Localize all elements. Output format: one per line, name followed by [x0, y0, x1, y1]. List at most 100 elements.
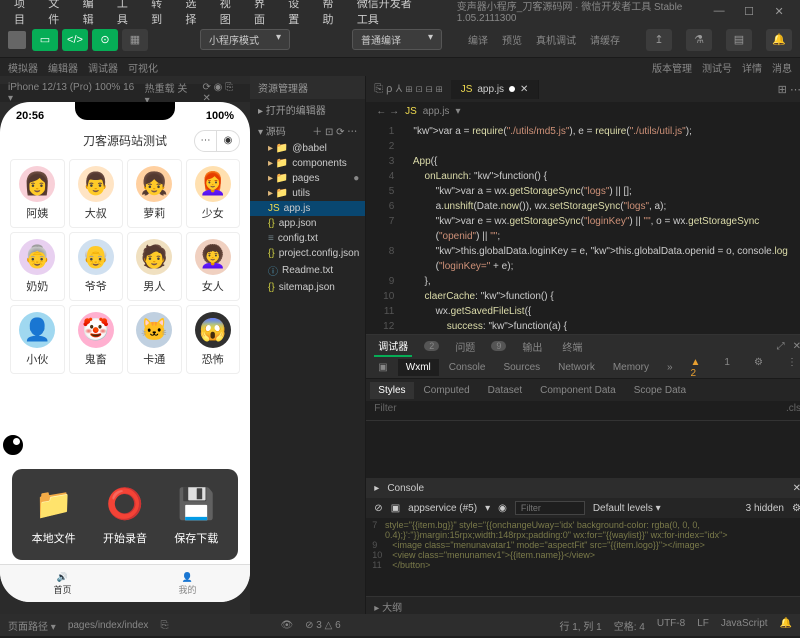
- tab-compdata[interactable]: Component Data: [532, 382, 624, 399]
- editor-right-icons[interactable]: ⊞ ⋯: [770, 83, 800, 96]
- sim-icons[interactable]: ⟳ ◉ ⎘ ✕: [202, 82, 242, 104]
- voice-cell[interactable]: 🐱卡通: [127, 305, 182, 374]
- capsule[interactable]: ⋯◉: [194, 130, 240, 152]
- voice-cell[interactable]: 🧑男人: [127, 232, 182, 301]
- menu-item[interactable]: 界面: [246, 0, 280, 30]
- file-item[interactable]: ▸ 📁 pages ●: [250, 171, 365, 186]
- file-item[interactable]: ▸ 📁 utils: [250, 186, 365, 201]
- tab-mine[interactable]: 👤我的: [125, 565, 250, 602]
- eye-icon[interactable]: 👁: [280, 620, 293, 631]
- console-close-icon[interactable]: ✕: [793, 483, 800, 494]
- page-path[interactable]: 页面路径 ▾: [8, 618, 56, 633]
- editor-button[interactable]: </>: [62, 29, 88, 51]
- debugger-button[interactable]: ⊙: [92, 29, 118, 51]
- console-levels[interactable]: Default levels ▾: [593, 503, 661, 514]
- file-item[interactable]: JS app.js: [250, 201, 365, 216]
- devtools-icon[interactable]: ▣: [370, 359, 395, 376]
- open-editors[interactable]: ▸ 打开的编辑器: [250, 99, 365, 120]
- minimize-button[interactable]: —: [704, 2, 734, 21]
- menu-item[interactable]: 微信开发者工具: [349, 0, 429, 30]
- action-btn[interactable]: ⭕开始录音: [103, 483, 147, 546]
- tab-scopedata[interactable]: Scope Data: [626, 382, 694, 399]
- cache-btn[interactable]: 请缓存: [590, 32, 620, 47]
- voice-cell[interactable]: 👵奶奶: [10, 232, 65, 301]
- voice-cell[interactable]: 😱恐怖: [186, 305, 241, 374]
- gear-icon[interactable]: ⚙: [792, 503, 800, 514]
- tab-computed[interactable]: Computed: [416, 382, 478, 399]
- tab-memory[interactable]: Memory: [605, 359, 657, 376]
- menu-item[interactable]: 设置: [280, 0, 314, 30]
- outline[interactable]: ▸ 大纲: [366, 596, 800, 614]
- tab-problems[interactable]: 问题: [451, 337, 479, 356]
- editor-tab[interactable]: JSapp.js✕: [451, 80, 540, 99]
- close-panel-icon[interactable]: ✕: [793, 341, 800, 352]
- voice-cell[interactable]: 👩‍🦰少女: [186, 159, 241, 228]
- voice-cell[interactable]: 👧萝莉: [127, 159, 182, 228]
- voice-cell[interactable]: 🤡鬼畜: [69, 305, 124, 374]
- tab-debugger[interactable]: 调试器: [374, 336, 412, 357]
- voice-cell[interactable]: 👤小伙: [10, 305, 65, 374]
- problems[interactable]: ⊘ 3 △ 6: [305, 620, 341, 631]
- source-root[interactable]: ▾ 源码＋ ⊡ ⟳ ⋯: [250, 120, 365, 141]
- cls-toggle[interactable]: .cls: [786, 403, 800, 418]
- simulator-button[interactable]: ▭: [32, 29, 58, 51]
- menu-item[interactable]: 视图: [212, 0, 246, 30]
- menu-item[interactable]: 项目: [6, 0, 40, 30]
- visual-button[interactable]: ▦: [122, 29, 148, 51]
- console-filter[interactable]: [515, 501, 585, 515]
- playing-disc[interactable]: [0, 432, 26, 458]
- tab-home[interactable]: 🔊首页: [0, 565, 125, 602]
- file-item[interactable]: ▸ 📁 components: [250, 156, 365, 171]
- tab-terminal[interactable]: 终端: [558, 337, 586, 356]
- menu-item[interactable]: 帮助: [315, 0, 349, 30]
- menu-item[interactable]: 选择: [177, 0, 211, 30]
- style-filter[interactable]: Filter: [374, 403, 396, 418]
- upload-icon[interactable]: ↥: [646, 29, 672, 51]
- bell-icon[interactable]: 🔔: [780, 618, 792, 633]
- menu-item[interactable]: 工具: [109, 0, 143, 30]
- action-btn[interactable]: 📁本地文件: [32, 483, 76, 546]
- tab-dataset[interactable]: Dataset: [480, 382, 530, 399]
- editor-icons[interactable]: ⎘ ρ ⅄ ⊞ ⊡ ⊟ ⊞: [366, 83, 450, 96]
- tab-network[interactable]: Network: [550, 359, 603, 376]
- beaker-icon[interactable]: ⚗: [686, 29, 712, 51]
- console-context[interactable]: appservice (#5): [408, 503, 477, 514]
- gear-icon[interactable]: ⚙: [746, 354, 771, 382]
- copy-icon[interactable]: ⎘: [160, 620, 168, 631]
- tab-console[interactable]: Console: [441, 359, 494, 376]
- close-tab-icon[interactable]: ✕: [520, 84, 528, 95]
- file-item[interactable]: {} sitemap.json: [250, 280, 365, 295]
- tab-sources[interactable]: Sources: [495, 359, 548, 376]
- voice-cell[interactable]: 👩阿姨: [10, 159, 65, 228]
- dock-icon[interactable]: ⤢: [777, 341, 785, 352]
- action-btn[interactable]: 💾保存下载: [174, 483, 218, 546]
- console-title[interactable]: Console: [387, 483, 424, 494]
- file-item[interactable]: {} app.json: [250, 216, 365, 231]
- preview-btn[interactable]: 预览: [502, 32, 522, 47]
- device-select[interactable]: iPhone 12/13 (Pro) 100% 16 ▾: [8, 82, 135, 104]
- maximize-button[interactable]: ☐: [734, 2, 764, 21]
- remote-btn[interactable]: 真机调试: [536, 32, 576, 47]
- file-item[interactable]: ≡ config.txt: [250, 231, 365, 246]
- menu-item[interactable]: 文件: [40, 0, 74, 30]
- file-item[interactable]: ⓘ Readme.txt: [250, 261, 365, 280]
- compile-btn[interactable]: 编译: [468, 32, 488, 47]
- file-item[interactable]: {} project.config.json: [250, 246, 365, 261]
- breadcrumb[interactable]: ← → JSapp.js▾: [366, 102, 800, 120]
- voice-cell[interactable]: 👩‍🦱女人: [186, 232, 241, 301]
- clear-icon[interactable]: ⊘: [374, 503, 382, 514]
- menu-item[interactable]: 转到: [143, 0, 177, 30]
- voice-cell[interactable]: 👴爷爷: [69, 232, 124, 301]
- mode-select[interactable]: 小程序模式▾: [200, 29, 290, 50]
- tab-styles[interactable]: Styles: [370, 382, 413, 399]
- menu-item[interactable]: 编辑: [75, 0, 109, 30]
- bell-icon[interactable]: 🔔: [766, 29, 792, 51]
- console-body[interactable]: 7style="{{item.bg}}" style="{{onchangeUw…: [366, 518, 800, 596]
- voice-cell[interactable]: 👨大叔: [69, 159, 124, 228]
- tab-output[interactable]: 输出: [518, 337, 546, 356]
- avatar[interactable]: [8, 31, 26, 49]
- close-button[interactable]: ✕: [764, 2, 794, 21]
- compile-select[interactable]: 普通编译▾: [352, 29, 442, 50]
- tab-wxml[interactable]: Wxml: [398, 359, 439, 376]
- file-item[interactable]: ▸ 📁 @babel: [250, 141, 365, 156]
